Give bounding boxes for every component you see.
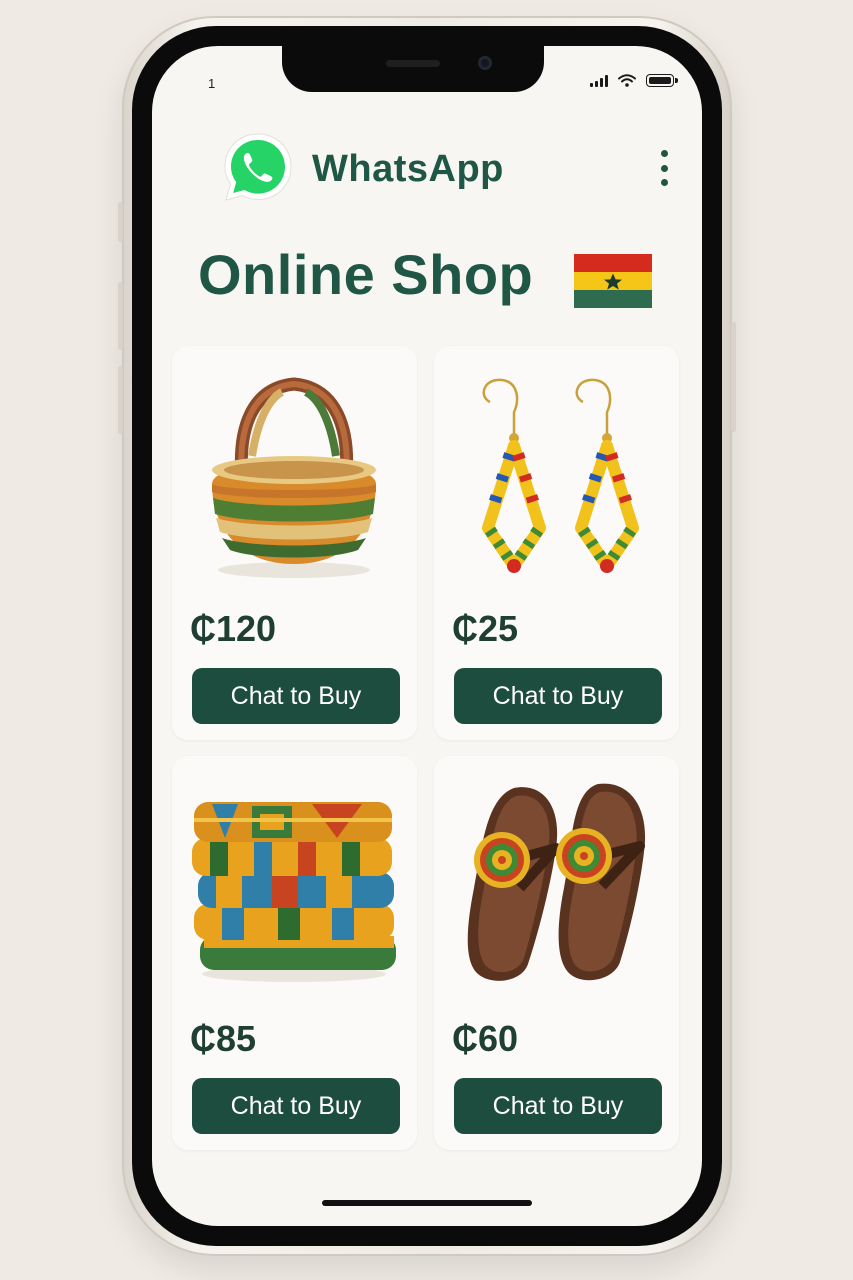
chat-to-buy-button[interactable]: Chat to Buy xyxy=(192,1078,400,1134)
mute-switch xyxy=(118,202,123,242)
home-indicator[interactable] xyxy=(322,1200,532,1206)
product-price: ₵60 xyxy=(452,1018,519,1059)
status-icons xyxy=(590,74,678,87)
product-price: ₵120 xyxy=(190,608,277,649)
product-card: ₵85 Chat to Buy xyxy=(172,756,417,1150)
shop-title-row: Online Shop xyxy=(152,242,702,314)
chat-to-buy-button[interactable]: Chat to Buy xyxy=(454,1078,662,1134)
notch xyxy=(282,46,544,92)
phone-screen: 1 WhatsApp Online Shop ₵120 Chat to Buy … xyxy=(152,46,702,1226)
cellular-signal-icon xyxy=(590,74,608,87)
chat-to-buy-button[interactable]: Chat to Buy xyxy=(192,668,400,724)
power-button xyxy=(731,322,736,432)
beaded-earrings-icon xyxy=(482,378,639,573)
product-card: ₵60 Chat to Buy xyxy=(434,756,679,1150)
wifi-icon xyxy=(618,74,636,87)
product-card: ₵120 Chat to Buy xyxy=(172,346,417,740)
volume-up-button xyxy=(118,282,123,350)
ghana-flag-icon xyxy=(574,254,652,308)
status-time: 1 xyxy=(208,76,216,91)
whatsapp-logo-icon xyxy=(224,133,292,201)
front-camera xyxy=(478,56,492,70)
battery-icon xyxy=(646,74,678,87)
beaded-sandals-icon xyxy=(467,783,646,981)
more-vert-icon[interactable] xyxy=(654,150,674,186)
phone-bezel: 1 WhatsApp Online Shop ₵120 Chat to Buy … xyxy=(132,26,722,1246)
app-title: WhatsApp xyxy=(312,148,504,190)
kente-cloth-icon xyxy=(192,802,396,982)
speaker-grill xyxy=(386,60,440,67)
product-card: ₵25 Chat to Buy xyxy=(434,346,679,740)
woven-basket-icon xyxy=(212,377,376,578)
product-price: ₵85 xyxy=(190,1018,257,1059)
volume-down-button xyxy=(118,366,123,434)
app-header: WhatsApp xyxy=(220,130,674,206)
chat-to-buy-button[interactable]: Chat to Buy xyxy=(454,668,662,724)
phone-frame: 1 WhatsApp Online Shop ₵120 Chat to Buy … xyxy=(118,16,736,1256)
shop-title: Online Shop xyxy=(198,243,534,306)
product-price: ₵25 xyxy=(452,608,519,649)
